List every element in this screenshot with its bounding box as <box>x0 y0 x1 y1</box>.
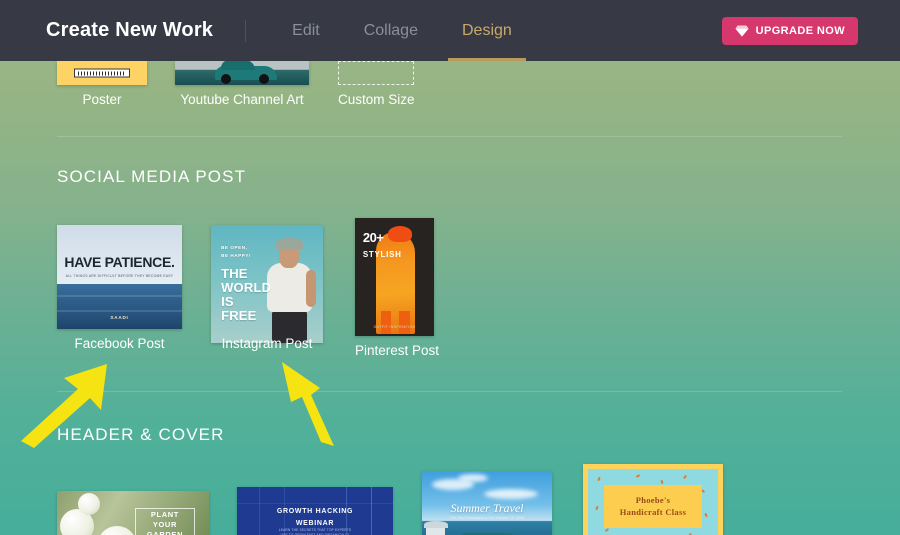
leg-shape <box>381 311 392 334</box>
cap-shape <box>275 237 304 249</box>
barcode-icon <box>74 68 130 78</box>
section-divider <box>57 391 842 392</box>
card-label-pinterest-post: Pinterest Post <box>355 343 440 358</box>
card-label-youtube-channel-art: Youtube Channel Art <box>180 92 304 107</box>
summer-travel-thumbnail: Summer Travel The Best Destinations For … <box>422 471 552 535</box>
flower-shape <box>78 493 101 516</box>
confetti-shape <box>597 476 602 482</box>
template-card-youtube-channel-art[interactable]: Youtube Channel Art <box>175 61 309 107</box>
upgrade-now-label: UPGRADE NOW <box>755 25 845 37</box>
handicraft-class-thumbnail: Phoebe's Handicraft Class <box>583 464 723 535</box>
gem-icon <box>735 25 749 37</box>
wheel-shape <box>258 74 269 85</box>
poster-thumbnail <box>57 61 147 85</box>
card-label-instagram-post: Instagram Post <box>221 336 313 351</box>
cloud-shape <box>484 488 539 499</box>
confetti-shape <box>595 506 599 511</box>
pinterest-post-thumbnail: 20+ STYLISH OUTFIT INSPIRATION <box>355 218 434 336</box>
thumbnail-headline: GROWTH HACKING WEBINAR <box>276 508 354 528</box>
section-divider <box>57 136 842 137</box>
tab-collage[interactable]: Collage <box>342 0 440 61</box>
thumbnail-number: 20+ <box>362 229 384 245</box>
tab-design[interactable]: Design <box>440 0 534 61</box>
thumbnail-credit: SAADI <box>110 314 129 320</box>
template-card-facebook-post[interactable]: HAVE PATIENCE. ALL THINGS ARE DIFFICULT … <box>57 225 182 351</box>
page-title: Create New Work <box>46 19 214 41</box>
thumbnail-headline: Phoebe's Handicraft Class <box>603 484 703 529</box>
card-label-facebook-post: Facebook Post <box>74 336 165 351</box>
confetti-shape <box>660 479 664 485</box>
ocean-area <box>57 284 182 329</box>
thumbnail-kicker: BE OPEN, BE HAPPY! <box>221 244 252 259</box>
template-card-pinterest-post[interactable]: 20+ STYLISH OUTFIT INSPIRATION Pinterest… <box>355 218 439 358</box>
card-label-custom-size: Custom Size <box>338 92 415 107</box>
cloud-shape <box>458 474 489 483</box>
nav-divider <box>245 19 247 42</box>
figure-illustration <box>375 232 416 334</box>
lighthouse-shape <box>423 520 448 535</box>
plant-your-garden-thumbnail: PLANT YOUR GARDEN <box>57 491 209 535</box>
confetti-shape <box>704 512 708 517</box>
thumbnail-subline: The Best Destinations For Summer Of 2018 <box>449 515 524 520</box>
template-card-summer-travel[interactable]: Summer Travel The Best Destinations For … <box>422 471 552 535</box>
custom-size-thumbnail <box>338 61 414 85</box>
thumbnail-subline: LEARN THE SECRETS THAT TOP EXPERTS USE T… <box>278 527 352 535</box>
template-card-instagram-post[interactable]: BE OPEN, BE HAPPY! THE WORLD IS FREE Ins… <box>211 225 323 351</box>
thumbnail-word: STYLISH <box>362 249 402 259</box>
confetti-shape <box>683 475 688 480</box>
youtube-channel-art-thumbnail <box>175 61 309 85</box>
tab-edit[interactable]: Edit <box>270 0 342 61</box>
template-card-handicraft-class[interactable]: Phoebe's Handicraft Class <box>583 464 723 535</box>
hat-shape <box>388 226 412 242</box>
car-illustration <box>215 61 277 85</box>
confetti-shape <box>604 528 610 533</box>
top-navigation-bar: Create New Work Edit Collage Design UPGR… <box>0 0 900 61</box>
wheel-shape <box>221 74 232 85</box>
template-card-custom-size[interactable]: Custom Size <box>338 61 415 107</box>
thumbnail-headline: HAVE PATIENCE. <box>64 254 175 271</box>
leg-shape <box>399 311 410 334</box>
confetti-shape <box>636 473 641 478</box>
arm-shape <box>305 269 316 308</box>
flower-shape <box>96 525 137 535</box>
thumbnail-footer: OUTFIT INSPIRATION <box>373 324 416 329</box>
instagram-post-thumbnail: BE OPEN, BE HAPPY! THE WORLD IS FREE <box>211 225 323 343</box>
main-nav: Edit Collage Design <box>270 0 534 61</box>
section-title-header-and-cover: HEADER & COVER <box>57 425 225 444</box>
thumbnail-headline: Summer Travel <box>450 501 524 516</box>
template-card-growth-hacking-webinar[interactable]: GROWTH HACKING WEBINAR LEARN THE SECRETS… <box>237 487 393 535</box>
thumbnail-headline: PLANT YOUR GARDEN <box>134 507 196 535</box>
template-card-poster[interactable]: Poster <box>57 61 147 107</box>
thumbnail-subline: ALL THINGS ARE DIFFICULT BEFORE THEY BEC… <box>65 273 174 278</box>
arrow-to-instagram-post <box>282 362 334 446</box>
inner-panel: Phoebe's Handicraft Class <box>588 469 718 535</box>
facebook-post-thumbnail: HAVE PATIENCE. ALL THINGS ARE DIFFICULT … <box>57 225 182 329</box>
section-title-social-media-post: SOCIAL MEDIA POST <box>57 167 247 186</box>
thumbnail-headline: THE WORLD IS FREE <box>221 266 272 323</box>
template-card-plant-your-garden[interactable]: PLANT YOUR GARDEN <box>57 491 209 535</box>
upgrade-now-button[interactable]: UPGRADE NOW <box>721 17 858 45</box>
growth-hacking-webinar-thumbnail: GROWTH HACKING WEBINAR LEARN THE SECRETS… <box>237 487 393 535</box>
card-label-poster: Poster <box>82 92 122 107</box>
